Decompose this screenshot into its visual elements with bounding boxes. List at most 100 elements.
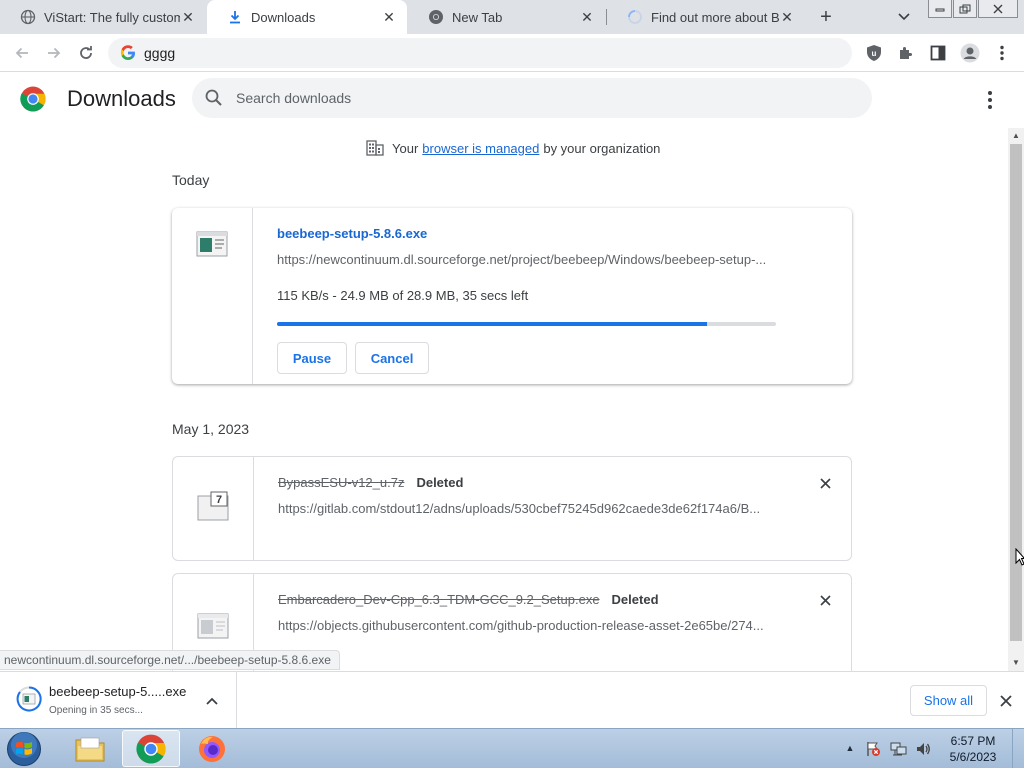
svg-text:u: u (872, 49, 877, 58)
tab-title: ViStart: The fully customizable (44, 9, 180, 25)
download-name-row: beebeep-setup-5.8.6.exe (277, 226, 427, 241)
exe-file-icon (197, 613, 229, 639)
start-button[interactable] (4, 731, 44, 767)
download-card-deleted: 7 BypassESU-v12_u.7z Deleted https://git… (172, 456, 852, 561)
archive-7z-file-icon: 7 (197, 491, 229, 521)
volume-icon[interactable] (914, 740, 932, 758)
browser-toolbar: gggg u (0, 34, 1024, 72)
side-panel-icon[interactable] (926, 41, 950, 65)
chrome-menu-icon[interactable] (990, 41, 1014, 65)
download-source-url[interactable]: https://objects.githubusercontent.com/gi… (278, 618, 778, 633)
clock-time: 6:57 PM (950, 734, 996, 748)
close-shelf-icon[interactable] (996, 691, 1016, 711)
svg-text:7: 7 (216, 494, 222, 506)
extensions-puzzle-icon[interactable] (894, 41, 918, 65)
forward-button[interactable] (40, 39, 68, 67)
remove-from-list-icon[interactable] (817, 592, 833, 608)
page-title: Downloads (67, 86, 176, 111)
deleted-file-name: BypassESU-v12_u.7z (278, 475, 405, 490)
profile-avatar-icon[interactable] (958, 41, 982, 65)
minimize-button[interactable] (928, 0, 952, 18)
window-close-button[interactable] (978, 0, 1018, 18)
tab-title: New Tab (452, 9, 503, 25)
address-text: gggg (144, 45, 176, 61)
show-desktop-button[interactable] (1012, 729, 1024, 768)
chrome-icon (428, 9, 444, 25)
download-file-link[interactable]: beebeep-setup-5.8.6.exe (277, 226, 427, 241)
download-card-active: beebeep-setup-5.8.6.exe https://newconti… (172, 208, 852, 384)
browser-managed-link[interactable]: browser is managed (422, 141, 539, 156)
tab-downloads[interactable]: Downloads ✕ (207, 0, 407, 34)
google-icon (120, 45, 135, 60)
close-icon[interactable]: ✕ (779, 9, 795, 25)
page-scrollbar[interactable]: ▲ ▼ (1008, 128, 1024, 671)
deleted-file-name: Embarcadero_Dev-Cpp_6.3_TDM-GCC_9.2_Setu… (278, 592, 600, 607)
show-hidden-icons[interactable]: ▲ (844, 741, 856, 755)
tab-title: Find out more about BeeBEEP (651, 9, 779, 25)
close-icon[interactable]: ✕ (180, 9, 196, 25)
restore-button[interactable] (953, 0, 977, 18)
folder-icon (75, 737, 105, 761)
tab-vistart[interactable]: ViStart: The fully customizable ✕ (0, 0, 206, 34)
action-center-flag-icon[interactable] (864, 740, 882, 758)
taskbar-chrome[interactable] (122, 730, 180, 767)
exe-file-icon (196, 231, 228, 257)
shelf-file-status: Opening in 35 secs... (49, 705, 143, 716)
progress-ring-icon (16, 686, 42, 712)
chevron-up-icon[interactable] (203, 692, 221, 710)
chevron-down-icon[interactable] (893, 6, 915, 28)
tab-strip: ViStart: The fully customizable ✕ Downlo… (0, 0, 1024, 34)
date-header-today: Today (172, 172, 210, 188)
chrome-icon (136, 734, 166, 763)
download-source-url[interactable]: https://gitlab.com/stdout12/adns/uploads… (278, 501, 778, 516)
managed-prefix: Your (392, 140, 419, 156)
remove-from-list-icon[interactable] (817, 475, 833, 491)
clock-date: 5/6/2023 (949, 750, 997, 764)
windows-taskbar: ▲ 6:57 PM 5/6/2023 (0, 728, 1024, 768)
building-icon (366, 140, 384, 156)
mouse-cursor-icon (1015, 548, 1024, 566)
more-actions-icon[interactable] (978, 88, 1002, 112)
scroll-down-arrow-icon[interactable]: ▼ (1008, 655, 1024, 669)
tab-beebeep[interactable]: Find out more about BeeBEEP ✕ (607, 0, 805, 34)
scroll-up-arrow-icon[interactable]: ▲ (1008, 128, 1024, 142)
downloads-list: Your browser is managed by your organiza… (0, 128, 1008, 671)
download-progress-fill (277, 322, 708, 326)
reload-button[interactable] (72, 39, 100, 67)
date-header-may-1: May 1, 2023 (172, 421, 250, 437)
download-name-row: BypassESU-v12_u.7z Deleted (278, 475, 463, 490)
search-icon (205, 89, 222, 106)
download-progress-text: 115 KB/s - 24.9 MB of 28.9 MB, 35 secs l… (277, 288, 529, 303)
address-bar[interactable]: gggg (108, 38, 852, 68)
loading-icon (627, 9, 643, 25)
download-progress-bar (277, 322, 776, 326)
cancel-button[interactable]: Cancel (355, 342, 429, 374)
managed-suffix: by your organization (543, 140, 661, 156)
downloads-header: Downloads (0, 72, 1024, 128)
ublock-shield-icon[interactable]: u (862, 41, 886, 65)
search-input[interactable] (236, 90, 836, 106)
shelf-file-name: beebeep-setup-5.....exe (49, 684, 187, 699)
pause-button[interactable]: Pause (277, 342, 347, 374)
show-all-button[interactable]: Show all (910, 685, 987, 716)
file-icon-column: 7 (173, 457, 254, 560)
deleted-tag: Deleted (416, 475, 464, 490)
close-icon[interactable]: ✕ (579, 9, 595, 25)
taskbar-firefox[interactable] (183, 730, 241, 767)
shelf-download-item[interactable]: beebeep-setup-5.....exe Opening in 35 se… (0, 672, 237, 728)
firefox-icon (199, 735, 225, 762)
new-tab-button[interactable]: + (814, 5, 838, 29)
download-shelf: beebeep-setup-5.....exe Opening in 35 se… (0, 671, 1024, 728)
download-source-url[interactable]: https://newcontinuum.dl.sourceforge.net/… (277, 252, 777, 267)
back-button[interactable] (8, 39, 36, 67)
close-icon[interactable]: ✕ (381, 9, 397, 25)
tab-new-tab[interactable]: New Tab ✕ (408, 0, 605, 34)
network-icon[interactable] (890, 740, 908, 758)
search-downloads-box[interactable] (192, 78, 872, 118)
globe-icon (20, 9, 36, 25)
deleted-tag: Deleted (611, 592, 659, 607)
taskbar-clock[interactable]: 6:57 PM 5/6/2023 (940, 733, 1006, 765)
taskbar-explorer[interactable] (61, 730, 119, 767)
download-icon (227, 9, 243, 25)
scrollbar-thumb[interactable] (1010, 144, 1022, 641)
